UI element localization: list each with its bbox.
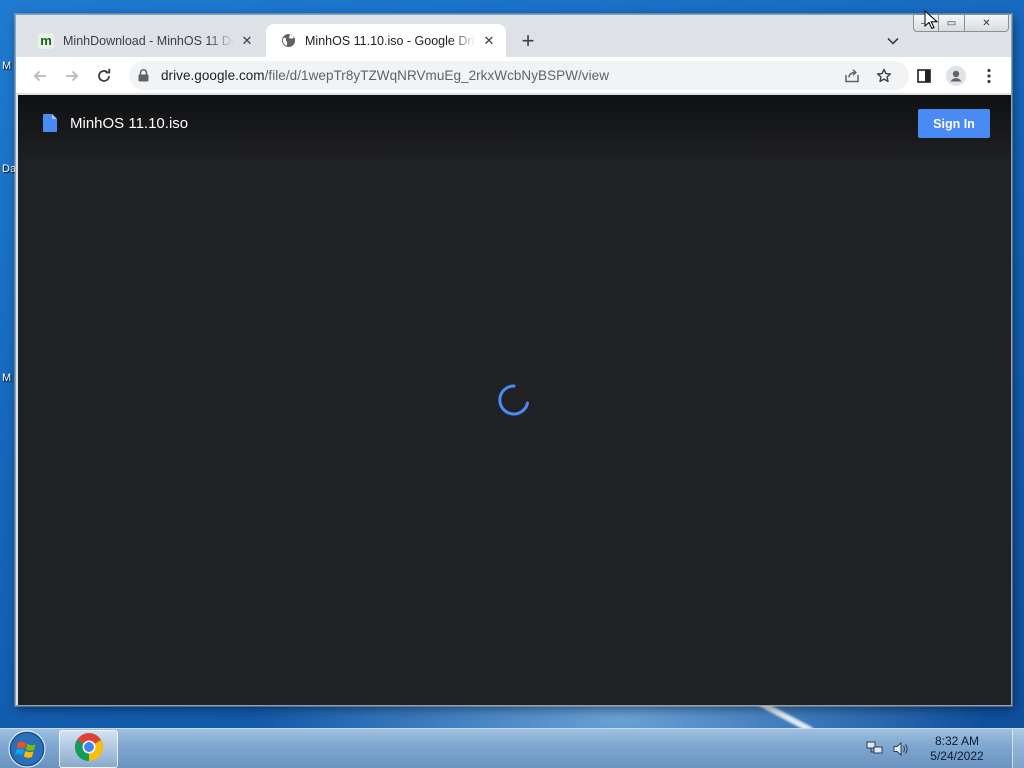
taskbar: 8:32 AM 5/24/2022 <box>0 728 1024 768</box>
desktop-icon-label[interactable]: M <box>2 372 11 384</box>
clock-date: 5/24/2022 <box>930 749 984 763</box>
drive-file-viewer: MinhOS 11.10.iso Sign In <box>18 95 1011 705</box>
show-desktop-button[interactable] <box>1012 729 1024 768</box>
tab-minhdownload[interactable]: m MinhDownload - MinhOS 11 Dev ✕ <box>24 24 264 57</box>
file-name: MinhOS 11.10.iso <box>70 115 189 132</box>
taskbar-clock[interactable]: 8:32 AM 5/24/2022 <box>918 734 996 764</box>
network-icon[interactable] <box>866 740 884 758</box>
file-document-icon <box>43 114 57 137</box>
taskbar-chrome-button[interactable] <box>59 730 118 768</box>
browser-toolbar: drive.google.com/file/d/1wepTr8yTZWqNRVm… <box>16 57 1011 94</box>
mouse-cursor-icon <box>924 9 939 35</box>
bookmark-star-icon[interactable] <box>871 63 897 89</box>
desktop-icon-label[interactable]: M <box>2 60 11 72</box>
close-window-button[interactable]: ✕ <box>965 14 1009 32</box>
forward-arrow-icon[interactable] <box>59 63 85 89</box>
share-icon[interactable] <box>839 63 865 89</box>
reload-icon[interactable] <box>91 63 117 89</box>
new-tab-button[interactable]: + <box>516 29 540 53</box>
tab-title: MinhDownload - MinhOS 11 Dev <box>63 33 234 48</box>
side-panel-icon[interactable] <box>911 63 937 89</box>
globe-icon <box>280 33 296 49</box>
close-tab-icon[interactable]: ✕ <box>480 32 498 50</box>
desktop-icon-label[interactable]: Da <box>2 163 16 175</box>
tab-google-drive[interactable]: MinhOS 11.10.iso - Google Drive ✕ <box>266 24 506 57</box>
close-tab-icon[interactable]: ✕ <box>238 32 256 50</box>
tab-title: MinhOS 11.10.iso - Google Drive <box>305 33 476 48</box>
back-arrow-icon[interactable] <box>27 63 53 89</box>
url-text[interactable]: drive.google.com/file/d/1wepTr8yTZWqNRVm… <box>161 68 609 83</box>
browser-window: m MinhDownload - MinhOS 11 Dev ✕ MinhOS … <box>15 14 1012 706</box>
viewer-header: MinhOS 11.10.iso Sign In <box>18 95 1011 159</box>
kebab-menu-icon[interactable] <box>976 63 1002 89</box>
system-tray: 8:32 AM 5/24/2022 <box>866 729 1024 768</box>
maximize-button[interactable]: ▭ <box>939 14 965 32</box>
minhdownload-favicon-icon: m <box>38 32 54 49</box>
volume-icon[interactable] <box>892 740 910 758</box>
tab-strip: m MinhDownload - MinhOS 11 Dev ✕ MinhOS … <box>16 14 1011 57</box>
profile-avatar-icon[interactable] <box>943 63 969 89</box>
url-path: /file/d/1wepTr8yTZWqNRVmuEg_2rkxWcbNyBSP… <box>264 68 609 83</box>
tab-search-chevron-icon[interactable] <box>883 31 903 51</box>
url-host: drive.google.com <box>161 68 265 83</box>
loading-spinner-icon <box>496 382 532 423</box>
chrome-icon <box>74 732 104 767</box>
clock-time: 8:32 AM <box>934 734 980 748</box>
address-bar[interactable]: drive.google.com/file/d/1wepTr8yTZWqNRVm… <box>129 61 909 90</box>
sign-in-button[interactable]: Sign In <box>918 109 990 138</box>
lock-icon[interactable] <box>138 69 152 82</box>
start-button[interactable] <box>6 730 48 768</box>
